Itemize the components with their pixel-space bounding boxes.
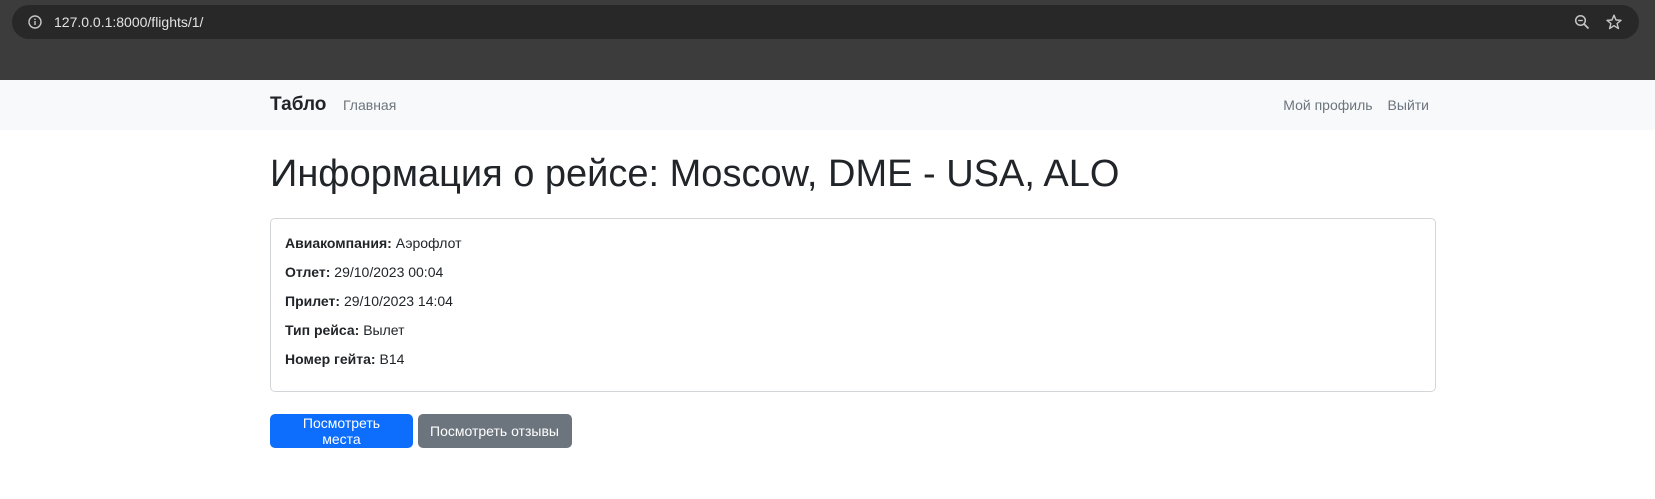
departure-label: Отлет: xyxy=(285,264,335,280)
star-icon[interactable] xyxy=(1605,13,1623,31)
view-reviews-button[interactable]: Посмотреть отзывы xyxy=(418,414,572,448)
gate-value: B14 xyxy=(379,351,405,367)
view-seats-button[interactable]: Посмотреть места xyxy=(270,414,413,448)
action-buttons: Посмотреть места Посмотреть отзывы xyxy=(270,414,572,448)
airline-value: Аэрофлот xyxy=(395,235,462,251)
address-bar[interactable]: 127.0.0.1:8000/flights/1/ xyxy=(12,5,1639,39)
nav-right: Мой профиль Выйти xyxy=(1283,97,1429,113)
page-title: Информация о рейсе: Moscow, DME - USA, A… xyxy=(270,153,1120,195)
url-text[interactable]: 127.0.0.1:8000/flights/1/ xyxy=(54,14,203,30)
flight-info-card: Авиакомпания: Аэрофлот Отлет: 29/10/2023… xyxy=(270,218,1436,392)
airline-label: Авиакомпания: xyxy=(285,235,396,251)
departure-row: Отлет: 29/10/2023 00:04 xyxy=(285,264,1421,281)
zoom-icon[interactable] xyxy=(1573,13,1591,31)
address-bar-actions xyxy=(1573,5,1623,39)
browser-chrome: 127.0.0.1:8000/flights/1/ xyxy=(0,0,1655,80)
arrival-label: Прилет: xyxy=(285,293,344,309)
nav-logout-link[interactable]: Выйти xyxy=(1388,97,1429,113)
arrival-value: 29/10/2023 14:04 xyxy=(343,293,453,309)
flight-type-value: Вылет xyxy=(363,322,405,338)
arrival-row: Прилет: 29/10/2023 14:04 xyxy=(285,293,1421,310)
brand-link[interactable]: Табло xyxy=(270,94,326,116)
departure-value: 29/10/2023 00:04 xyxy=(334,264,444,280)
flight-type-row: Тип рейса: Вылет xyxy=(285,322,1421,339)
info-icon[interactable] xyxy=(27,14,43,30)
nav-profile-link[interactable]: Мой профиль xyxy=(1283,97,1372,113)
navbar: Табло Главная Мой профиль Выйти xyxy=(0,80,1655,130)
flight-type-label: Тип рейса: xyxy=(285,322,364,338)
gate-row: Номер гейта: B14 xyxy=(285,351,1421,368)
airline-row: Авиакомпания: Аэрофлот xyxy=(285,235,1421,252)
gate-label: Номер гейта: xyxy=(285,351,380,367)
nav-home-link[interactable]: Главная xyxy=(343,97,396,113)
